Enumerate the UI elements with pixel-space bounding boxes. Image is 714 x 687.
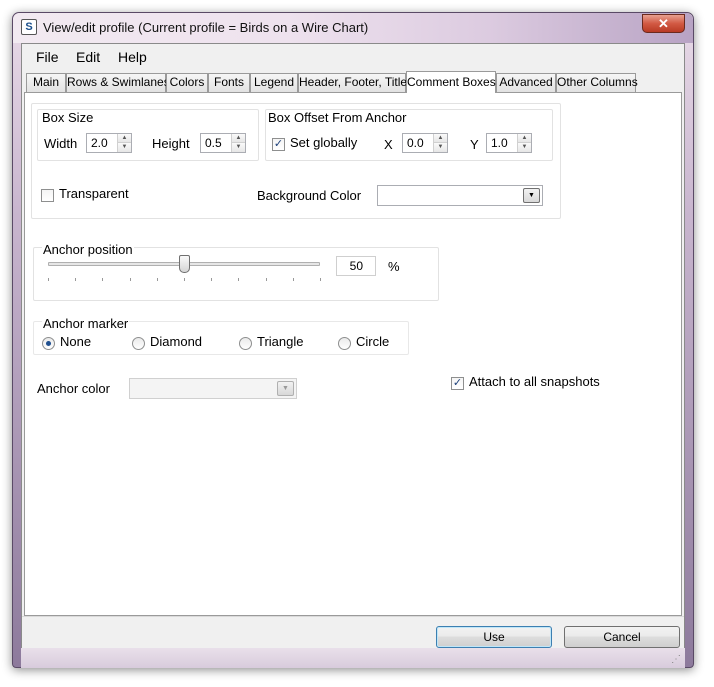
x-label: X — [384, 137, 393, 152]
marker-circle-radio[interactable] — [338, 337, 351, 350]
set-globally-checkbox[interactable]: ✓ — [272, 138, 285, 151]
menu-help[interactable]: Help — [118, 49, 147, 65]
slider-tick — [320, 278, 321, 281]
tab-strip: Main Rows & Swimlanes Colors Fonts Legen… — [26, 71, 682, 93]
anchor-position-unit: % — [388, 259, 400, 274]
width-value: 2.0 — [91, 136, 108, 150]
comment-boxes-panel: Box Size Width 2.0 ▲ ▼ Height 0.5 ▲ ▼ Bo… — [24, 92, 682, 616]
close-button[interactable]: ✕ — [642, 14, 685, 33]
anchor-color-dropdown[interactable]: ▼ — [129, 378, 297, 399]
menu-file[interactable]: File — [36, 49, 59, 65]
tab-comment-boxes[interactable]: Comment Boxes — [406, 71, 496, 93]
y-offset-stepper[interactable]: 1.0 ▲ ▼ — [486, 133, 532, 153]
tab-legend[interactable]: Legend — [250, 73, 298, 92]
background-color-label: Background Color — [257, 188, 362, 203]
status-bar: ⋰ — [21, 648, 685, 668]
spin-down-icon[interactable]: ▼ — [518, 143, 531, 152]
tab-advanced[interactable]: Advanced — [496, 73, 556, 92]
height-stepper-arrows[interactable]: ▲ ▼ — [231, 134, 245, 152]
box-offset-group: Box Offset From Anchor ✓ Set globally X … — [265, 109, 553, 161]
marker-diamond-label: Diamond — [150, 334, 203, 349]
anchor-marker-title: Anchor marker — [42, 316, 130, 331]
use-button[interactable]: Use — [436, 626, 552, 648]
y-label: Y — [470, 137, 479, 152]
spin-down-icon[interactable]: ▼ — [118, 143, 131, 152]
tab-header-footer-title[interactable]: Header, Footer, Title — [298, 73, 407, 92]
slider-tick — [184, 278, 185, 281]
height-label: Height — [152, 136, 190, 151]
x-offset-value: 0.0 — [407, 136, 424, 150]
menu-edit-label: Edit — [76, 49, 101, 65]
tab-fonts[interactable]: Fonts — [208, 73, 250, 92]
slider-tick — [156, 278, 158, 281]
set-globally-label: Set globally — [290, 135, 358, 150]
marker-triangle-radio[interactable] — [239, 337, 252, 350]
slider-tick — [211, 278, 213, 281]
width-stepper[interactable]: 2.0 ▲ ▼ — [86, 133, 132, 153]
height-stepper[interactable]: 0.5 ▲ ▼ — [200, 133, 246, 153]
box-size-title: Box Size — [42, 110, 94, 125]
title-bar[interactable]: S View/edit profile (Current profile = B… — [13, 13, 693, 43]
box-offset-title: Box Offset From Anchor — [268, 110, 407, 125]
slider-tick — [129, 278, 131, 281]
slider-tick — [265, 278, 267, 281]
chevron-down-icon[interactable]: ▼ — [523, 188, 540, 203]
y-offset-value: 1.0 — [491, 136, 508, 150]
spin-up-icon[interactable]: ▲ — [118, 134, 131, 143]
y-offset-stepper-arrows[interactable]: ▲ ▼ — [517, 134, 531, 152]
spin-down-icon[interactable]: ▼ — [434, 143, 447, 152]
slider-tick — [102, 278, 104, 281]
x-offset-stepper-arrows[interactable]: ▲ ▼ — [433, 134, 447, 152]
dialog-window: S View/edit profile (Current profile = B… — [12, 12, 694, 668]
anchor-position-group: Anchor position 50 % — [33, 242, 439, 301]
tab-rows-swimlanes[interactable]: Rows & Swimlanes — [66, 73, 170, 92]
x-offset-stepper[interactable]: 0.0 ▲ ▼ — [402, 133, 448, 153]
app-icon: S — [21, 19, 37, 35]
menu-edit[interactable]: Edit — [76, 49, 100, 65]
window-title: View/edit profile (Current profile = Bir… — [43, 20, 369, 35]
anchor-position-title: Anchor position — [42, 242, 134, 257]
marker-none-label: None — [60, 334, 92, 349]
transparent-label: Transparent — [59, 186, 129, 201]
anchor-position-slider-thumb[interactable] — [178, 255, 190, 273]
transparent-checkbox[interactable] — [41, 189, 54, 202]
attach-snapshots-label: Attach to all snapshots — [469, 374, 600, 389]
tab-other-columns[interactable]: Other Columns — [556, 73, 638, 92]
spin-down-icon[interactable]: ▼ — [232, 143, 245, 152]
anchor-color-label: Anchor color — [37, 381, 110, 396]
spin-up-icon[interactable]: ▲ — [518, 134, 531, 143]
tab-colors[interactable]: Colors — [166, 73, 208, 92]
cancel-button[interactable]: Cancel — [564, 626, 680, 648]
marker-none-radio[interactable] — [42, 337, 55, 350]
width-label: Width — [44, 136, 78, 151]
anchor-marker-group: Anchor marker None Diamond Triangle Circ… — [33, 316, 409, 355]
height-value: 0.5 — [205, 136, 222, 150]
width-stepper-arrows[interactable]: ▲ ▼ — [117, 134, 131, 152]
marker-diamond-radio[interactable] — [132, 337, 145, 350]
slider-tick — [75, 278, 77, 281]
resize-grip-icon[interactable]: ⋰ — [671, 654, 683, 666]
anchor-position-value[interactable]: 50 — [336, 256, 376, 276]
menu-file-label: File — [36, 49, 59, 65]
client-area: File Edit Help Main Rows & Swimlanes Col… — [21, 43, 685, 660]
spin-up-icon[interactable]: ▲ — [434, 134, 447, 143]
menu-bar: File Edit Help — [22, 44, 684, 70]
slider-tick — [238, 278, 240, 281]
tab-main[interactable]: Main — [26, 73, 66, 92]
box-size-group: Box Size Width 2.0 ▲ ▼ Height 0.5 ▲ ▼ — [37, 109, 259, 161]
marker-circle-label: Circle — [356, 334, 390, 349]
background-color-dropdown[interactable]: ▼ — [377, 185, 543, 206]
slider-tick — [292, 278, 294, 281]
menu-help-label: Help — [118, 49, 147, 65]
slider-tick — [48, 278, 49, 281]
chevron-down-icon[interactable]: ▼ — [277, 381, 294, 396]
marker-triangle-label: Triangle — [257, 334, 304, 349]
attach-snapshots-checkbox[interactable]: ✓ — [451, 377, 464, 390]
spin-up-icon[interactable]: ▲ — [232, 134, 245, 143]
